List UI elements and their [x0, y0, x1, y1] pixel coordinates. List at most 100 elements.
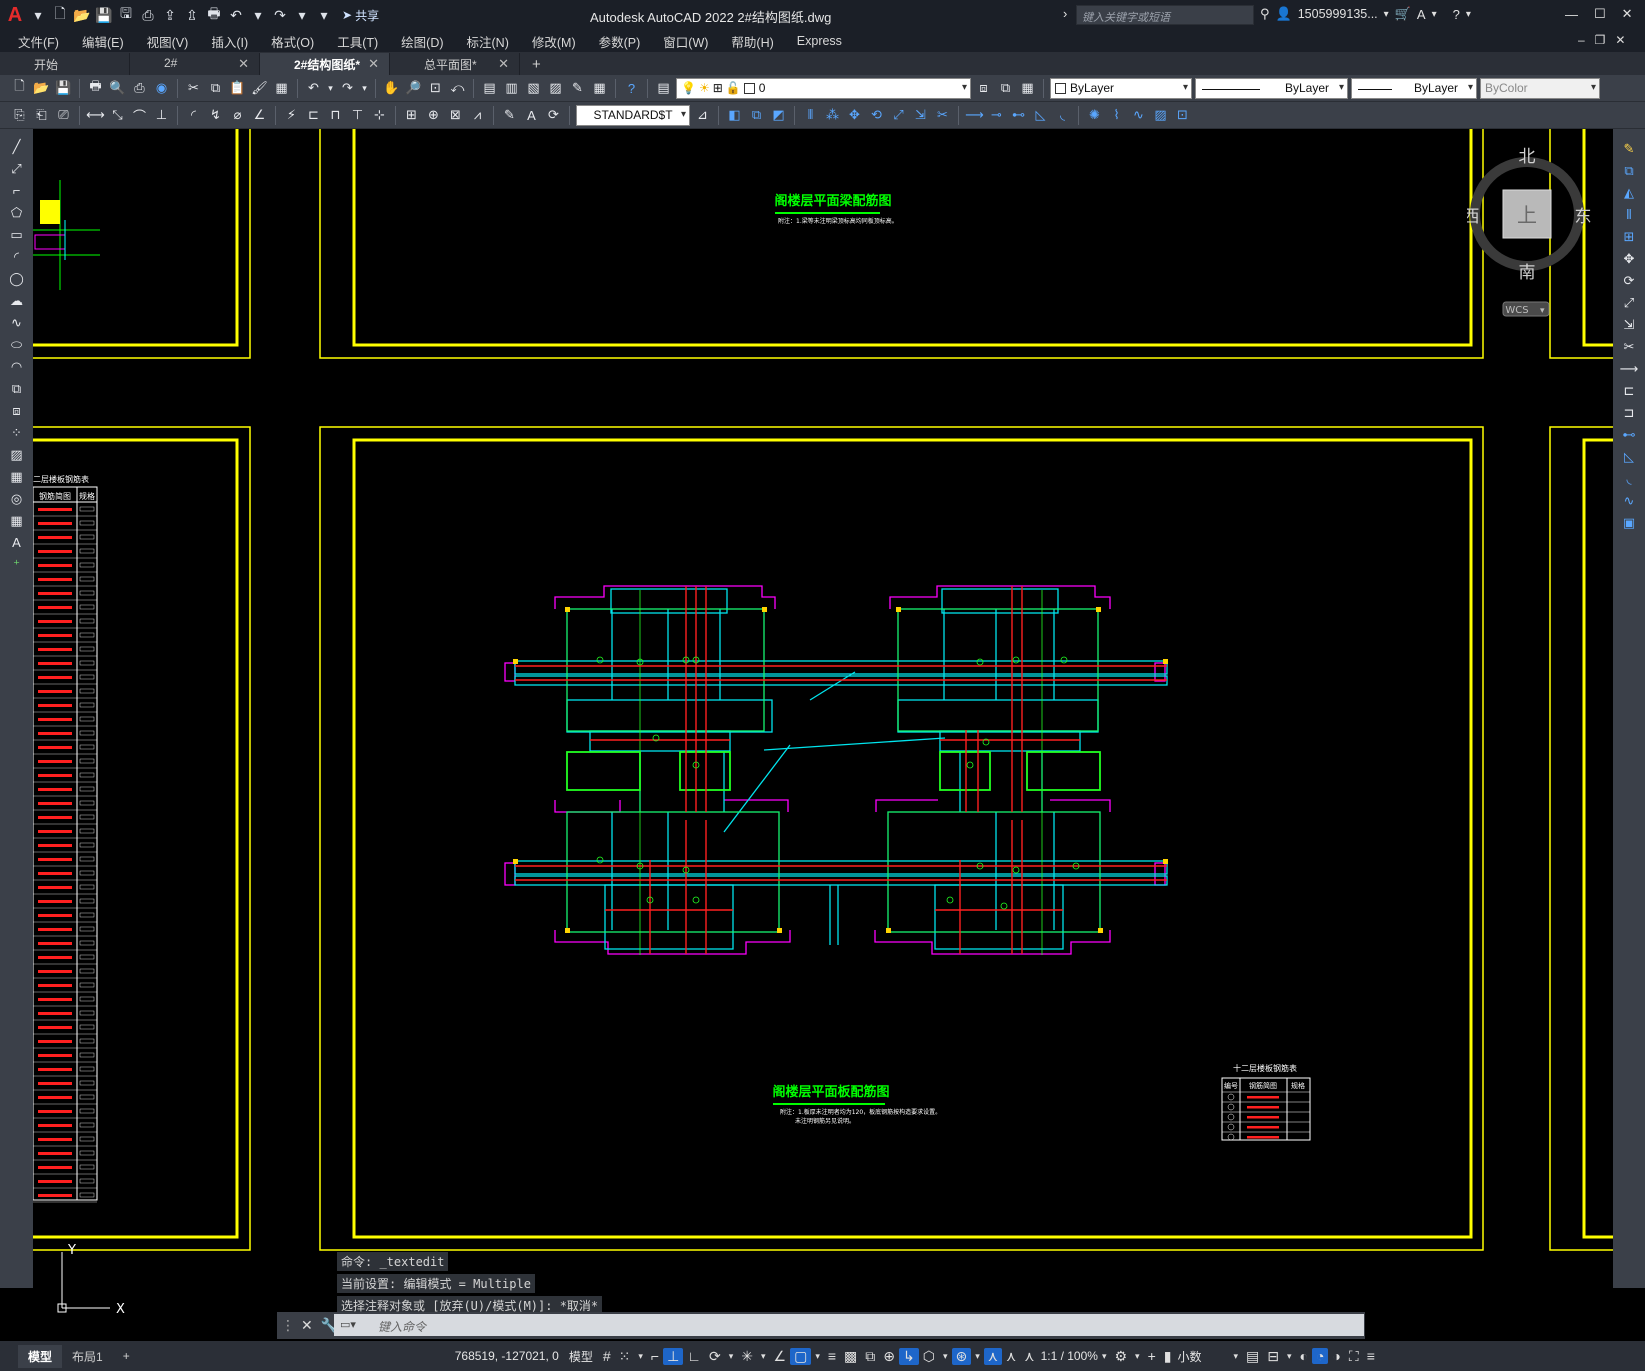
continue-icon[interactable]: ⊓: [326, 106, 345, 125]
tool-palettes-icon[interactable]: ▧: [524, 79, 543, 98]
undo-icon[interactable]: ↶: [304, 79, 323, 98]
layer-previous-icon[interactable]: ⧉: [996, 79, 1015, 98]
tool-1-icon[interactable]: ⎘: [10, 106, 29, 125]
close-icon[interactable]: ✕: [301, 1317, 313, 1334]
units-dropdown-icon[interactable]: ▾: [1229, 1351, 1242, 1362]
quick-dim-icon[interactable]: ⚡: [282, 106, 301, 125]
properties-icon[interactable]: ▤: [480, 79, 499, 98]
isolate-objects-icon[interactable]: ◐: [1296, 1348, 1312, 1364]
text-style-combo[interactable]: STANDARD$T ▾: [576, 104, 690, 126]
copy-icon[interactable]: ⧉: [206, 79, 225, 98]
dim-edit-icon[interactable]: ✎: [500, 106, 519, 125]
break-icon[interactable]: ⊐: [1620, 403, 1639, 422]
menu-modify[interactable]: 修改(M): [532, 32, 576, 51]
plot-icon[interactable]: 🖶: [204, 5, 224, 25]
object-snap-icon[interactable]: ▢: [790, 1347, 812, 1365]
ordinate-icon[interactable]: ⊥: [152, 106, 171, 125]
extend-icon[interactable]: ⟶: [965, 106, 984, 125]
search-icon[interactable]: ⚲: [1260, 6, 1270, 22]
units-value[interactable]: 小数: [1177, 1348, 1229, 1365]
offset-icon[interactable]: ⫴: [801, 106, 820, 125]
close-tab-icon[interactable]: ✕: [368, 56, 379, 75]
redo-icon[interactable]: ↷: [270, 5, 290, 25]
customization-icon[interactable]: ≡: [1363, 1348, 1379, 1364]
blend-curves-icon[interactable]: ∿: [1620, 491, 1639, 510]
array-icon[interactable]: ⊞: [1620, 227, 1639, 246]
undo-dropdown-icon[interactable]: ▾: [248, 5, 268, 25]
recent-commands-icon[interactable]: ▭▾: [340, 1318, 356, 1331]
dim-style-icon[interactable]: ⊿: [693, 106, 712, 125]
grip-icon[interactable]: ⋮: [281, 1317, 295, 1334]
layer-states-icon[interactable]: ▦: [1018, 79, 1037, 98]
object-snap-tracking-icon[interactable]: ∠: [770, 1348, 791, 1365]
cut-icon[interactable]: ✂: [184, 79, 203, 98]
erase-icon[interactable]: ◧: [725, 106, 744, 125]
arc-length-icon[interactable]: ⌒: [130, 106, 149, 125]
mtext-icon[interactable]: A: [7, 533, 26, 552]
insert-block-icon[interactable]: ⧉: [7, 379, 26, 398]
redo-dropdown-icon[interactable]: ▾: [292, 5, 312, 25]
new-tab-icon[interactable]: +: [520, 54, 553, 75]
quick-properties-icon[interactable]: ▤: [1242, 1348, 1263, 1365]
trim-icon[interactable]: ✂: [933, 106, 952, 125]
construction-line-icon[interactable]: ⤢: [7, 159, 26, 178]
publish-icon[interactable]: ⇫: [182, 5, 202, 25]
join-icon[interactable]: ⊷: [1009, 106, 1028, 125]
menu-express[interactable]: Express: [797, 34, 842, 48]
tab-model[interactable]: 模型: [18, 1344, 63, 1368]
region-icon[interactable]: ◎: [7, 489, 26, 508]
dim-break-icon[interactable]: ⊹: [370, 106, 389, 125]
close-tab-icon[interactable]: ✕: [238, 56, 249, 75]
dynamic-ucs-icon[interactable]: ↳: [899, 1347, 919, 1365]
rotate-icon[interactable]: ⟳: [1620, 271, 1639, 290]
help-dropdown-icon[interactable]: ▾: [1466, 9, 1471, 20]
plot-preview-icon[interactable]: 🔍: [108, 79, 127, 98]
a360-dropdown-icon[interactable]: ▾: [1432, 9, 1437, 20]
zoom-realtime-icon[interactable]: 🔎: [404, 79, 423, 98]
save-as-icon[interactable]: 🖫: [116, 5, 136, 25]
circle-icon[interactable]: ◯: [7, 269, 26, 288]
table-icon[interactable]: ▦: [7, 511, 26, 530]
dim-text-edit-icon[interactable]: A: [522, 106, 541, 125]
undo-dropdown-icon[interactable]: ▾: [326, 79, 335, 98]
aligned-dimension-icon[interactable]: ⤡: [108, 106, 127, 125]
close-tab-icon[interactable]: ✕: [498, 56, 509, 75]
cart-icon[interactable]: 🛒: [1395, 6, 1411, 22]
model-space-toggle[interactable]: 模型: [569, 1348, 593, 1365]
linetype-combo[interactable]: ByLayer ▾: [1195, 77, 1348, 99]
user-account[interactable]: 1505999135...: [1298, 7, 1378, 21]
jogged-linear-icon[interactable]: ⩘: [468, 106, 487, 125]
annotation-visibility-icon[interactable]: ⋏: [983, 1347, 1003, 1365]
paste-icon[interactable]: 📋: [228, 79, 247, 98]
user-icon[interactable]: 👤: [1276, 6, 1292, 22]
tab-site-plan[interactable]: 总平面图* ✕: [390, 53, 520, 75]
scale-icon[interactable]: ⤢: [1620, 293, 1639, 312]
import-icon[interactable]: ⎙: [138, 5, 158, 25]
selection-filter-dropdown-icon[interactable]: ▾: [939, 1351, 952, 1362]
polar-dropdown-icon[interactable]: ▾: [725, 1351, 738, 1362]
hatch-edit-icon[interactable]: ▨: [1151, 106, 1170, 125]
baseline-icon[interactable]: ⊏: [304, 106, 323, 125]
workspace-dropdown-icon[interactable]: ▾: [1131, 1351, 1144, 1362]
redo-icon[interactable]: ↷: [338, 79, 357, 98]
line-icon[interactable]: ╱: [7, 137, 26, 156]
tab-layout1[interactable]: 布局1: [62, 1345, 113, 1368]
pedit-icon[interactable]: ⌇: [1107, 106, 1126, 125]
mirror-icon[interactable]: ◩: [769, 106, 788, 125]
design-center-icon[interactable]: ▥: [502, 79, 521, 98]
spline-icon[interactable]: ∿: [7, 313, 26, 332]
workspace-gear-icon[interactable]: ⚙: [1110, 1348, 1131, 1365]
polygon-icon[interactable]: ⬠: [7, 203, 26, 222]
layer-combo[interactable]: 💡 ☀ ⊞ 🔓 0 ▾: [676, 77, 971, 99]
break-icon[interactable]: ⊸: [987, 106, 1006, 125]
attribute-edit-icon[interactable]: ⊡: [1173, 106, 1192, 125]
match-properties-icon[interactable]: 🖌: [250, 79, 269, 98]
fillet-icon[interactable]: ◟: [1620, 469, 1639, 488]
zoom-previous-icon[interactable]: ⤺: [448, 79, 467, 98]
wcs-label[interactable]: WCS: [1505, 305, 1528, 316]
cube-face-label[interactable]: 上: [1517, 203, 1537, 227]
plot-icon[interactable]: 🖶: [86, 78, 105, 98]
lineweight-combo[interactable]: ByLayer ▾: [1351, 77, 1477, 99]
pan-icon[interactable]: ✋: [382, 79, 401, 98]
linear-dimension-icon[interactable]: ⟷: [86, 106, 105, 125]
